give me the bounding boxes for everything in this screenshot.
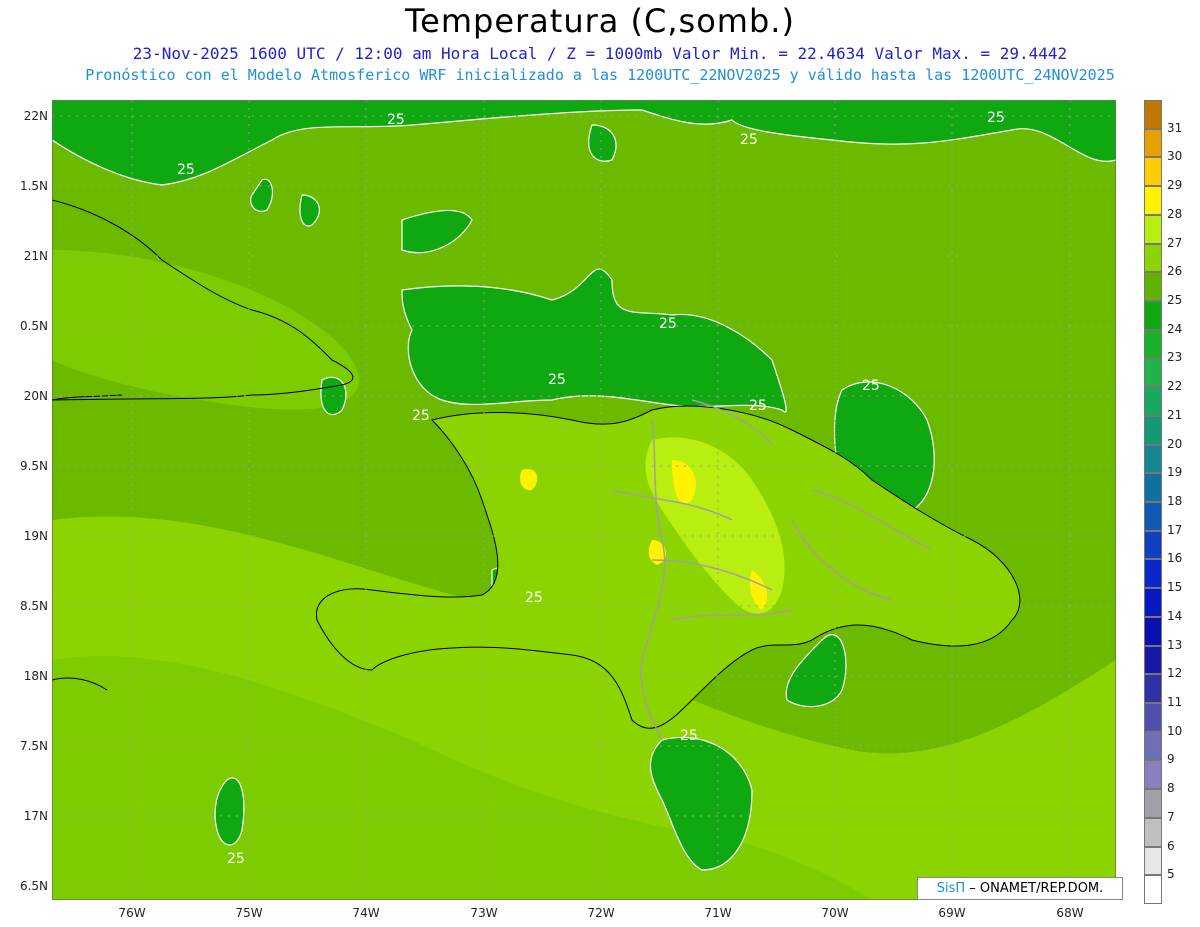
- colorbar-swatch: [1144, 358, 1162, 388]
- y-tick-label: 21N: [23, 249, 48, 263]
- x-tick-label: 68W: [1056, 906, 1084, 920]
- colorbar-label: 22: [1167, 379, 1183, 394]
- credit-text: – ONAMET/REP.DOM.: [965, 881, 1104, 896]
- contour-label: 25: [548, 372, 566, 388]
- colorbar-label: 21: [1167, 407, 1183, 422]
- colorbar-swatch: [1144, 817, 1162, 847]
- x-tick-label: 70W: [821, 906, 849, 920]
- subtitle-date-range: 23-Nov-2025 1600 UTC / 12:00 am Hora Loc…: [132, 44, 1068, 63]
- colorbar-swatch: [1144, 100, 1162, 129]
- colorbar-swatch: [1144, 128, 1162, 158]
- colorbar-label: 23: [1167, 350, 1183, 365]
- colorbar-label: 28: [1167, 206, 1183, 221]
- colorbar-label: 11: [1167, 695, 1183, 709]
- colorbar-swatch: [1144, 789, 1162, 818]
- colorbar-label: 13: [1167, 637, 1183, 652]
- colorbar-swatch: [1144, 473, 1162, 502]
- contour-label: 25: [659, 316, 677, 332]
- colorbar-swatch: [1144, 157, 1162, 187]
- colorbar-label: 17: [1167, 522, 1183, 537]
- colorbar-label: 8: [1167, 781, 1175, 796]
- colorbar-swatch: [1144, 731, 1162, 761]
- colorbar-swatch: [1144, 502, 1162, 531]
- colorbar-label: 9: [1167, 752, 1175, 767]
- colorbar-label: 24: [1167, 321, 1183, 336]
- colorbar-label: 15: [1167, 580, 1183, 595]
- contour-label: 25: [387, 112, 405, 128]
- colorbar-swatch: [1144, 760, 1162, 790]
- contour-label: 25: [740, 132, 758, 148]
- colorbar-label: 12: [1167, 666, 1183, 681]
- colorbar-swatch: [1144, 415, 1162, 445]
- y-tick-label: 9.5N: [19, 459, 48, 473]
- credit-brand: SisΠ: [936, 881, 966, 896]
- contour-label: 25: [749, 398, 767, 414]
- colorbar-label: 29: [1167, 178, 1183, 193]
- y-tick-label: 19N: [23, 529, 48, 543]
- contour-label: 25: [680, 728, 698, 744]
- colorbar-label: 18: [1167, 494, 1183, 508]
- colorbar-label: 27: [1167, 235, 1183, 250]
- x-tick-label: 73W: [470, 906, 498, 920]
- colorbar-label: 19: [1167, 465, 1183, 480]
- y-tick-label: 17N: [23, 809, 48, 823]
- y-tick-label: 22N: [23, 109, 48, 123]
- colorbar-swatch: [1144, 243, 1162, 273]
- x-tick-label: 76W: [118, 906, 146, 920]
- y-tick-label: 8.5N: [19, 599, 48, 613]
- x-tick-label: 75W: [235, 906, 263, 920]
- x-tick-label: 69W: [938, 906, 966, 920]
- y-tick-label: 1.5N: [19, 179, 48, 193]
- y-tick-label: 18N: [23, 669, 48, 683]
- y-tick-label: 6.5N: [19, 879, 48, 893]
- colorbar-label: 26: [1167, 264, 1183, 279]
- colorbar-label: 30: [1167, 149, 1183, 164]
- x-tick-label: 72W: [587, 906, 615, 920]
- colorbar-label: 6: [1167, 838, 1175, 853]
- colorbar-swatch: [1144, 559, 1162, 589]
- y-tick-label: 20N: [23, 389, 48, 403]
- contour-label: 25: [227, 851, 245, 867]
- colorbar-swatch: [1144, 530, 1162, 560]
- colorbar-swatch: [1144, 214, 1162, 244]
- colorbar-label: 5: [1167, 867, 1175, 882]
- colorbar-swatch: [1144, 846, 1162, 876]
- colorbar-swatch: [1144, 703, 1162, 732]
- map-title: Temperatura (C,somb.): [405, 2, 795, 40]
- x-tick-label: 74W: [352, 906, 380, 920]
- colorbar-label: 10: [1167, 723, 1183, 738]
- map-canvas: 25 25 25 25 25 25 25 25 25 25 25 25: [51, 99, 1117, 901]
- colorbar-swatch: [1144, 301, 1162, 330]
- colorbar-swatch: [1144, 186, 1162, 215]
- colorbar-swatch: [1144, 387, 1162, 416]
- colorbar-swatch: [1144, 616, 1162, 646]
- temperature-map: 25 25 25 25 25 25 25 25 25 25 25 25: [51, 99, 1117, 901]
- y-tick-label: 0.5N: [19, 319, 48, 333]
- contour-label: 25: [525, 590, 543, 606]
- colorbar-swatch: [1144, 272, 1162, 301]
- colorbar-label: 14: [1167, 608, 1183, 623]
- colorbar-swatch: [1144, 444, 1162, 474]
- colorbar-label: 16: [1167, 551, 1183, 566]
- y-tick-label: 7.5N: [19, 739, 48, 753]
- subtitle-model-info: Pronóstico con el Modelo Atmosferico WRF…: [85, 66, 1115, 84]
- colorbar-label: 31: [1167, 120, 1183, 135]
- credit-box: SisΠ – ONAMET/REP.DOM.: [917, 877, 1123, 900]
- contour-label: 25: [412, 408, 430, 424]
- colorbar-swatch: [1144, 329, 1162, 359]
- colorbar-label: 20: [1167, 436, 1183, 451]
- contour-label: 25: [987, 110, 1005, 126]
- colorbar-swatch: [1144, 645, 1162, 675]
- colorbar-label: 25: [1167, 293, 1183, 307]
- contour-label: 25: [177, 162, 195, 178]
- colorbar-swatch: [1144, 875, 1162, 904]
- colorbar-swatch: [1144, 588, 1162, 617]
- x-tick-label: 71W: [704, 906, 732, 920]
- colorbar-label: 7: [1167, 809, 1175, 824]
- colorbar-swatch: [1144, 674, 1162, 703]
- contour-label: 25: [862, 378, 880, 394]
